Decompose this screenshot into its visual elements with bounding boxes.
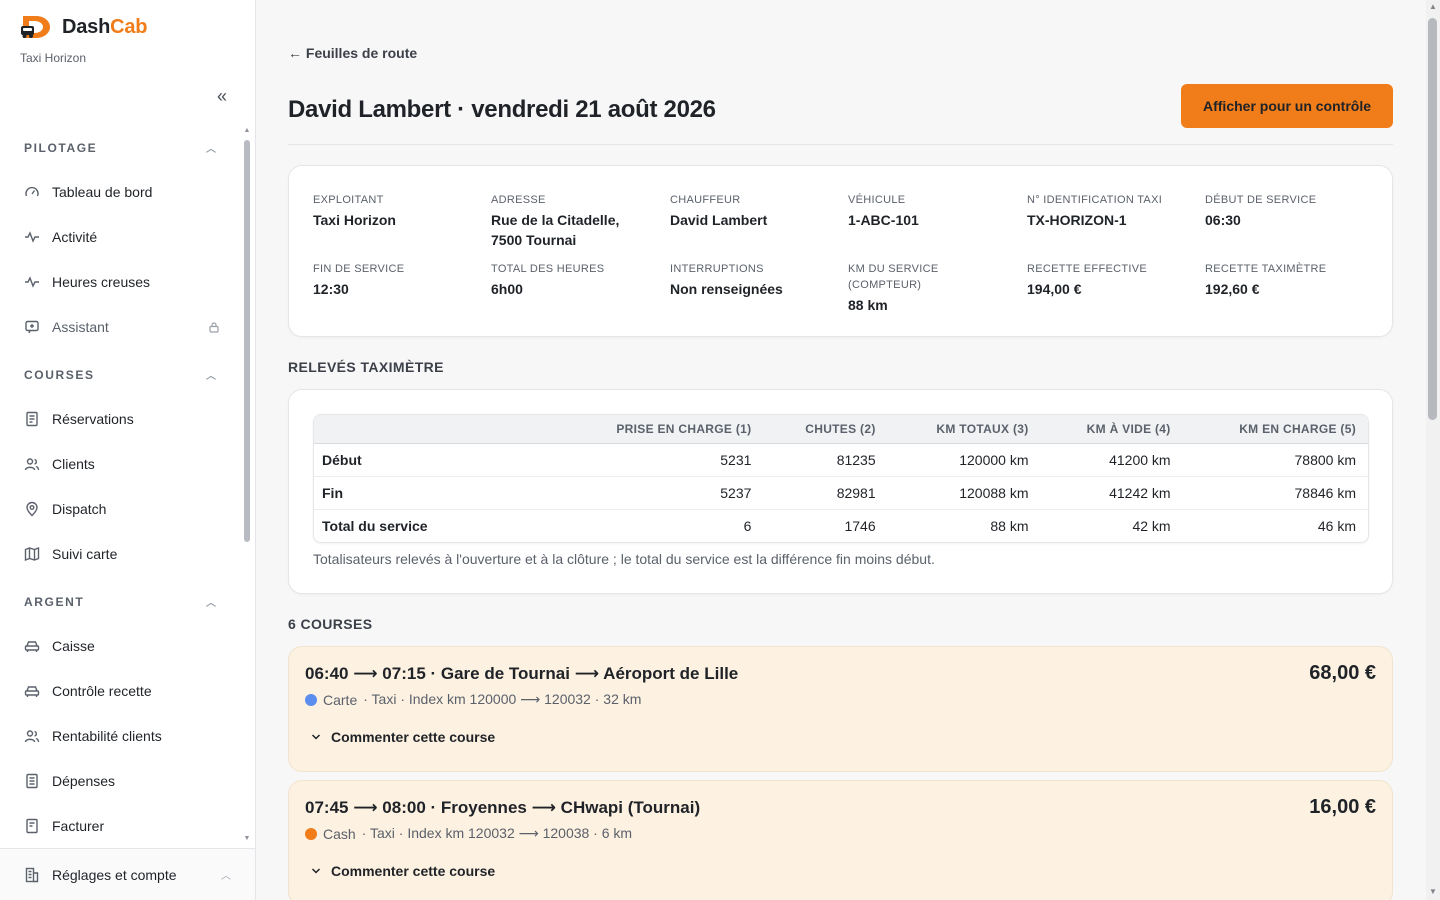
sidebar-item-rentabilite-clients[interactable]: Rentabilité clients — [24, 721, 220, 751]
users-icon — [24, 456, 40, 472]
sidebar-item-heures-creuses[interactable]: Heures creuses — [24, 267, 220, 297]
comment-ride-toggle[interactable]: Commenter cette course — [311, 863, 495, 879]
collapse-sidebar-icon[interactable]: « — [212, 86, 232, 106]
location-icon — [24, 501, 40, 517]
table-header-row: PRISE EN CHARGE (1) CHUTES (2) KM TOTAUX… — [314, 415, 1368, 444]
page-scroll-down-icon[interactable]: ▼ — [1427, 887, 1439, 897]
ride-payment: Carte — [323, 691, 358, 708]
sidebar-item-dispatch[interactable]: Dispatch — [24, 494, 220, 524]
sidebar-item-facturer[interactable]: Facturer — [24, 811, 220, 841]
chevron-down-icon — [311, 734, 321, 740]
table-row: Total du service 6 1746 88 km 42 km 46 k… — [322, 517, 1356, 534]
chevron-up-icon: ︿ — [206, 371, 216, 382]
payment-dot-icon — [305, 693, 317, 706]
settings-account-button[interactable]: Réglages et compte ︿ — [0, 848, 255, 900]
ride-meta: Carte · Taxi · Index km 120000 ⟶ 120032 … — [305, 691, 641, 708]
chevron-up-icon: ︿ — [206, 144, 216, 155]
lock-icon — [208, 321, 220, 333]
chevron-up-icon: ︿ — [206, 598, 216, 609]
activity-icon — [24, 229, 40, 245]
sidebar-item-caisse[interactable]: Caisse — [24, 631, 220, 661]
chat-icon — [24, 319, 40, 335]
header-divider — [288, 144, 1393, 145]
building-icon — [24, 867, 40, 883]
ride-payment: Cash — [323, 825, 356, 842]
sidebar: DashCab Taxi Horizon « PILOTAGE ︿ Tableau… — [0, 0, 256, 900]
ride-title: 06:40 ⟶ 07:15 · Gare de Tournai ⟶ Aéropo… — [305, 664, 739, 683]
comment-ride-toggle[interactable]: Commenter cette course — [311, 729, 495, 745]
section-title-courses: 6 COURSES — [288, 616, 373, 632]
meter-table: PRISE EN CHARGE (1) CHUTES (2) KM TOTAUX… — [313, 414, 1369, 543]
payment-dot-icon — [305, 827, 317, 840]
main-content: ← Feuilles de route David Lambert · vend… — [256, 0, 1426, 900]
ride-title: 07:45 ⟶ 08:00 · Froyennes ⟶ CHwapi (Tour… — [305, 798, 701, 817]
sidebar-nav: PILOTAGE ︿ Tableau de bord Activité Heure… — [0, 126, 256, 846]
info-debut-service: DÉBUT DE SERVICE 06:30 — [1205, 194, 1317, 228]
sidebar-item-controle-recette[interactable]: Contrôle recette — [24, 676, 220, 706]
page-scrollbar-thumb[interactable] — [1428, 18, 1437, 420]
users-icon — [24, 728, 40, 744]
gauge-icon — [24, 184, 40, 200]
map-icon — [24, 546, 40, 562]
chevron-up-icon: ︿ — [221, 871, 231, 882]
dashcab-logo-icon — [20, 14, 54, 40]
back-link-feuilles-de-route[interactable]: ← Feuilles de route — [288, 45, 417, 61]
ride-price: 16,00 € — [1309, 796, 1376, 818]
ride-details: · Taxi · Index km 120032 ⟶ 120038 · 6 km — [361, 825, 633, 841]
scroll-up-arrow-icon[interactable]: ▲ — [242, 127, 252, 135]
receipt-icon — [24, 773, 40, 789]
sidebar-item-assistant[interactable]: Assistant — [24, 312, 220, 342]
activity-icon — [24, 274, 40, 290]
invoice-icon — [24, 818, 40, 834]
info-identification-taxi: N° IDENTIFICATION TAXI TX-HORIZON-1 — [1027, 194, 1163, 228]
sidebar-item-suivi-carte[interactable]: Suivi carte — [24, 539, 220, 569]
ride-card: 06:40 ⟶ 07:15 · Gare de Tournai ⟶ Aéropo… — [288, 646, 1393, 772]
car-icon — [24, 638, 40, 654]
info-fin-service: FIN DE SERVICE 12:30 — [313, 263, 405, 297]
table-row: Fin 5237 82981 120088 km 41242 km 78846 … — [314, 476, 1368, 510]
info-recette-effective: RECETTE EFFECTIVE 194,00 € — [1027, 263, 1147, 297]
scroll-down-arrow-icon[interactable]: ▼ — [242, 835, 252, 843]
car-icon — [24, 683, 40, 699]
chevron-down-icon — [311, 868, 321, 874]
sidebar-item-clients[interactable]: Clients — [24, 449, 220, 479]
show-for-control-button[interactable]: Afficher pour un contrôle — [1181, 84, 1393, 128]
info-km-service: KM DU SERVICE (COMPTEUR) 88 km — [848, 263, 939, 313]
info-chauffeur: CHAUFFEUR David Lambert — [670, 194, 768, 228]
brand-logo[interactable]: DashCab — [20, 14, 147, 40]
info-interruptions: INTERRUPTIONS Non renseignées — [670, 263, 783, 297]
ride-details: · Taxi · Index km 120000 ⟶ 120032 · 32 k… — [363, 691, 642, 707]
meter-readings-card: PRISE EN CHARGE (1) CHUTES (2) KM TOTAUX… — [288, 389, 1393, 594]
section-courses[interactable]: COURSES ︿ — [24, 367, 216, 383]
sidebar-item-activite[interactable]: Activité — [24, 222, 220, 252]
info-total-heures: TOTAL DES HEURES 6h00 — [491, 263, 605, 297]
sidebar-item-tableau-de-bord[interactable]: Tableau de bord — [24, 177, 220, 207]
page-title: David Lambert · vendredi 21 août 2026 — [288, 96, 716, 123]
info-exploitant: EXPLOITANT Taxi Horizon — [313, 194, 396, 228]
ride-price: 68,00 € — [1309, 662, 1376, 684]
section-title-releves: RELEVÉS TAXIMÈTRE — [288, 359, 444, 375]
document-icon — [24, 411, 40, 427]
page-scroll-up-icon[interactable]: ▲ — [1427, 2, 1439, 12]
service-info-card: EXPLOITANT Taxi Horizon ADRESSE Rue de l… — [288, 165, 1393, 337]
section-pilotage[interactable]: PILOTAGE ︿ — [24, 140, 216, 156]
meter-note: Totalisateurs relevés à l'ouverture et à… — [313, 551, 935, 567]
section-argent[interactable]: ARGENT ︿ — [24, 594, 216, 610]
info-recette-taximetre: RECETTE TAXIMÈTRE 192,60 € — [1205, 263, 1327, 297]
info-adresse: ADRESSE Rue de la Citadelle, 7500 Tournai — [491, 194, 620, 248]
organization-name: Taxi Horizon — [20, 51, 87, 65]
ride-card: 07:45 ⟶ 08:00 · Froyennes ⟶ CHwapi (Tour… — [288, 780, 1393, 900]
info-vehicule: VÉHICULE 1-ABC-101 — [848, 194, 919, 228]
sidebar-item-reservations[interactable]: Réservations — [24, 404, 220, 434]
sidebar-item-depenses[interactable]: Dépenses — [24, 766, 220, 796]
brand-name: DashCab — [62, 15, 148, 38]
table-row: Début 5231 81235 120000 km 41200 km 7880… — [314, 443, 1368, 477]
ride-meta: Cash · Taxi · Index km 120032 ⟶ 120038 ·… — [305, 825, 632, 842]
sidebar-scrollbar-thumb[interactable] — [244, 140, 250, 542]
